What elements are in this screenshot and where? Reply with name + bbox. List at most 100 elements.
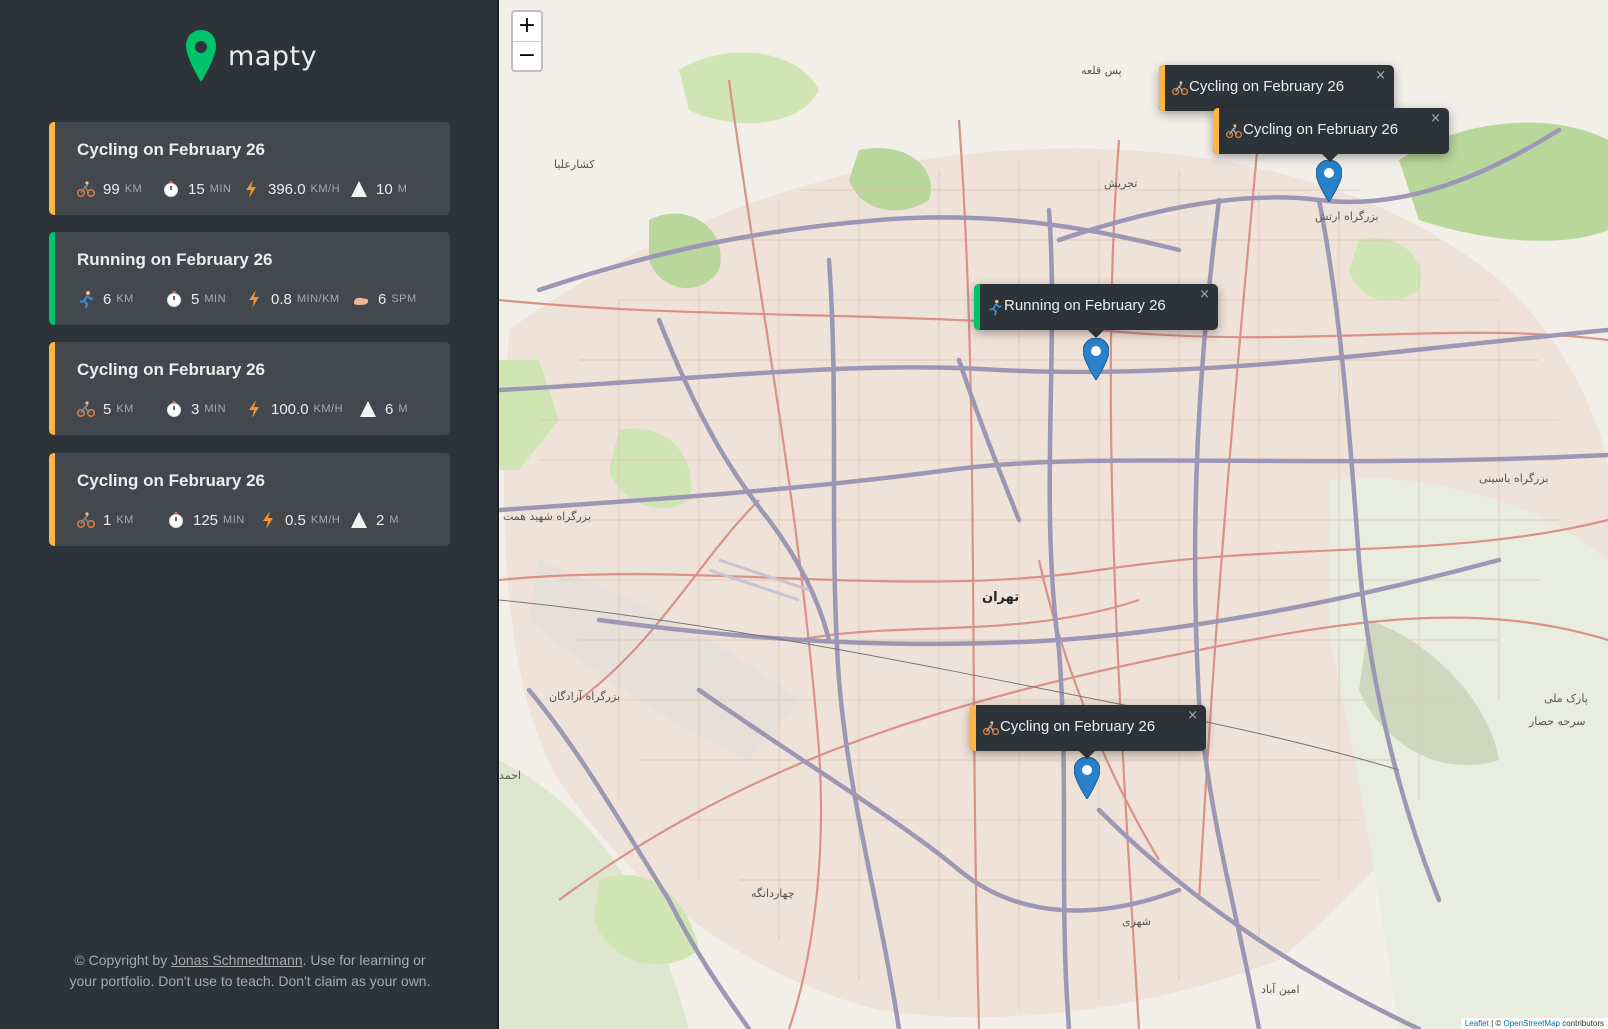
map-label: بزرگراه یاسینی bbox=[1479, 472, 1549, 485]
workout-title: Cycling on February 26 bbox=[77, 471, 265, 490]
stat-distance: 99 km bbox=[77, 177, 142, 201]
lightning-icon bbox=[249, 290, 259, 308]
stat-unit: m bbox=[398, 403, 409, 415]
copyright: © Copyright by Jonas Schmedtmann. Use fo… bbox=[60, 950, 440, 992]
map[interactable]: تهران تجریش بزرگراه یاسینی بزرگراه شهید … bbox=[499, 0, 1608, 1029]
cyclist-icon bbox=[77, 512, 95, 529]
stopwatch-icon bbox=[167, 291, 181, 307]
stat-value: 99 bbox=[103, 180, 120, 198]
close-icon[interactable]: × bbox=[1430, 111, 1441, 126]
stat-unit: min bbox=[209, 183, 232, 195]
workout-card[interactable]: Cycling on February 26 1 km 125 min 0.5 … bbox=[49, 453, 450, 546]
stat-value: 2 bbox=[376, 511, 385, 529]
map-label: چهاردانگه bbox=[751, 887, 795, 900]
stat-distance: 1 km bbox=[77, 508, 134, 532]
mountain-icon bbox=[351, 512, 367, 528]
popup-type-bar bbox=[1159, 65, 1165, 111]
stat-duration: 3 min bbox=[165, 397, 226, 421]
runner-icon bbox=[79, 291, 94, 308]
runner-icon bbox=[989, 299, 1002, 315]
sidebar: mapty Cycling on February 26 99 km 15 mi… bbox=[0, 0, 497, 1029]
copyright-prefix: © Copyright by bbox=[74, 952, 172, 968]
location-pin-icon bbox=[186, 30, 216, 82]
close-icon[interactable]: × bbox=[1199, 287, 1210, 302]
popup-tip bbox=[1078, 750, 1096, 759]
leaflet-link[interactable]: Leaflet bbox=[1465, 1019, 1489, 1028]
foot-icon bbox=[354, 297, 369, 305]
map-marker-icon[interactable] bbox=[1316, 160, 1342, 202]
popup-type-bar bbox=[970, 705, 976, 751]
workout-stats: 1 km 125 min 0.5 km/h 2 m bbox=[77, 508, 447, 532]
workout-title: Cycling on February 26 bbox=[77, 140, 265, 159]
workout-card[interactable]: Running on February 26 6 km 5 min 0.8 mi… bbox=[49, 232, 450, 325]
map-marker-icon[interactable] bbox=[1074, 757, 1100, 799]
close-icon[interactable]: × bbox=[1375, 68, 1386, 83]
lightning-icon bbox=[249, 400, 259, 418]
stat-pace: 0.8 min/km bbox=[245, 287, 340, 311]
map-label: سرحه حصار bbox=[1529, 715, 1586, 728]
lightning-icon bbox=[246, 180, 256, 198]
stopwatch-icon bbox=[167, 401, 181, 417]
cyclist-icon bbox=[983, 721, 999, 736]
stat-cadence: 6 spm bbox=[352, 287, 417, 311]
stat-elevation: 10 m bbox=[350, 177, 407, 201]
stat-elevation: 6 m bbox=[359, 397, 408, 421]
stat-unit: km bbox=[124, 183, 143, 195]
stat-unit: min bbox=[223, 514, 245, 526]
stat-value: 5 bbox=[103, 400, 112, 418]
stat-duration: 5 min bbox=[165, 287, 226, 311]
workout-type-bar bbox=[49, 232, 55, 325]
stat-value: 6 bbox=[103, 290, 112, 308]
close-icon[interactable]: × bbox=[1187, 708, 1198, 723]
stat-value: 6 bbox=[385, 400, 394, 418]
stat-unit: km/h bbox=[313, 403, 344, 415]
stat-unit: spm bbox=[391, 293, 417, 305]
author-link[interactable]: Jonas Schmedtmann bbox=[171, 952, 303, 968]
map-label: احمد bbox=[499, 769, 521, 782]
stat-unit: min bbox=[204, 293, 227, 305]
stat-elevation: 2 m bbox=[350, 508, 399, 532]
map-marker-icon[interactable] bbox=[1083, 338, 1109, 380]
map-label: بزرگراه شهید همت bbox=[503, 510, 591, 523]
stat-duration: 15 min bbox=[162, 177, 231, 201]
stat-distance: 5 km bbox=[77, 397, 134, 421]
workout-type-bar bbox=[49, 342, 55, 435]
cyclist-icon bbox=[77, 181, 95, 198]
workout-card[interactable]: Cycling on February 26 99 km 15 min 396.… bbox=[49, 122, 450, 215]
stat-unit: km bbox=[116, 403, 134, 415]
workout-stats: 5 km 3 min 100.0 km/h 6 m bbox=[77, 397, 447, 421]
workout-popup[interactable]: Cycling on February 26 × bbox=[1159, 65, 1394, 119]
stat-value: 6 bbox=[378, 290, 387, 308]
workout-type-bar bbox=[49, 122, 55, 215]
stat-value: 125 bbox=[193, 511, 219, 529]
stat-unit: min/km bbox=[296, 293, 340, 305]
workout-popup[interactable]: Cycling on February 26 × bbox=[1213, 108, 1449, 162]
mountain-icon bbox=[360, 401, 376, 417]
cyclist-icon bbox=[77, 401, 95, 418]
popup-tip bbox=[1321, 153, 1339, 162]
workout-popup[interactable]: Cycling on February 26 × bbox=[970, 705, 1206, 759]
stat-duration: 125 min bbox=[167, 508, 245, 532]
popup-type-bar bbox=[1213, 108, 1219, 154]
stopwatch-icon bbox=[164, 181, 178, 197]
zoom-in-button[interactable]: + bbox=[513, 12, 541, 41]
workout-card[interactable]: Cycling on February 26 5 km 3 min 100.0 … bbox=[49, 342, 450, 435]
stat-value: 5 bbox=[191, 290, 200, 308]
zoom-out-button[interactable]: − bbox=[513, 41, 541, 70]
map-label: پارک ملی bbox=[1544, 692, 1588, 705]
stat-value: 100.0 bbox=[271, 400, 309, 418]
map-label: بزرگراه ارتش bbox=[1315, 210, 1379, 223]
lightning-icon bbox=[263, 511, 273, 529]
map-label-city: تهران bbox=[982, 590, 1020, 605]
map-attribution: Leaflet | © OpenStreetMap contributors bbox=[1460, 1018, 1608, 1029]
osm-link[interactable]: OpenStreetMap bbox=[1503, 1019, 1559, 1028]
popup-text: Cycling on February 26 bbox=[1000, 718, 1156, 735]
stat-value: 10 bbox=[376, 180, 393, 198]
stat-value: 1 bbox=[103, 511, 112, 529]
stat-value: 396.0 bbox=[268, 180, 306, 198]
workout-title: Cycling on February 26 bbox=[77, 360, 265, 379]
map-label: پس قلعه bbox=[1081, 64, 1122, 77]
workout-popup[interactable]: Running on February 26 × bbox=[974, 284, 1218, 338]
logo: mapty bbox=[186, 30, 317, 82]
attribution-suffix: contributors bbox=[1559, 1019, 1604, 1028]
